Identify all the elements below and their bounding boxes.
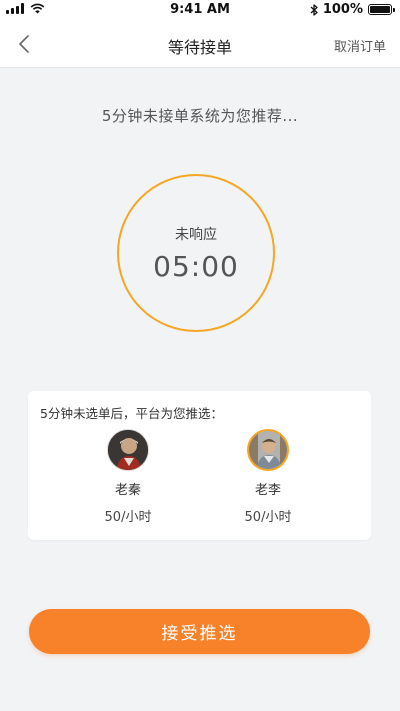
avatar: [107, 429, 149, 471]
status-bar: 9:41 AM 100%: [0, 0, 400, 20]
recommend-hint: 5分钟未接单系统为您推荐...: [101, 107, 299, 125]
timer-status: 未响应: [175, 227, 217, 243]
driver-name: 老秦: [114, 483, 141, 498]
recommend-card: 5分钟未选单后，平台为您推选： 老秦 50/小时 老李 50/小时: [28, 391, 371, 540]
driver-rate: 50/小时: [104, 510, 152, 525]
driver-item[interactable]: 老秦 50/小时: [78, 429, 178, 525]
status-right: 100%: [310, 2, 395, 17]
cancel-order-button[interactable]: 取消订单: [334, 36, 386, 55]
timer-value: 05:00: [153, 250, 239, 283]
avatar: [247, 429, 289, 471]
driver-name: 老李: [254, 483, 281, 498]
bluetooth-icon: [310, 3, 318, 16]
battery-fill: [370, 6, 390, 13]
recommend-title: 5分钟未选单后，平台为您推选：: [40, 406, 223, 421]
countdown-timer: 未响应 05:00: [117, 174, 275, 332]
driver-rate: 50/小时: [244, 510, 292, 525]
battery-percent: 100%: [322, 2, 363, 17]
accept-recommendation-button[interactable]: 接受推选: [29, 609, 370, 654]
driver-item[interactable]: 老李 50/小时: [218, 429, 318, 525]
nav-bar: 等待接单 取消订单: [0, 20, 400, 68]
battery-icon: [368, 4, 395, 15]
